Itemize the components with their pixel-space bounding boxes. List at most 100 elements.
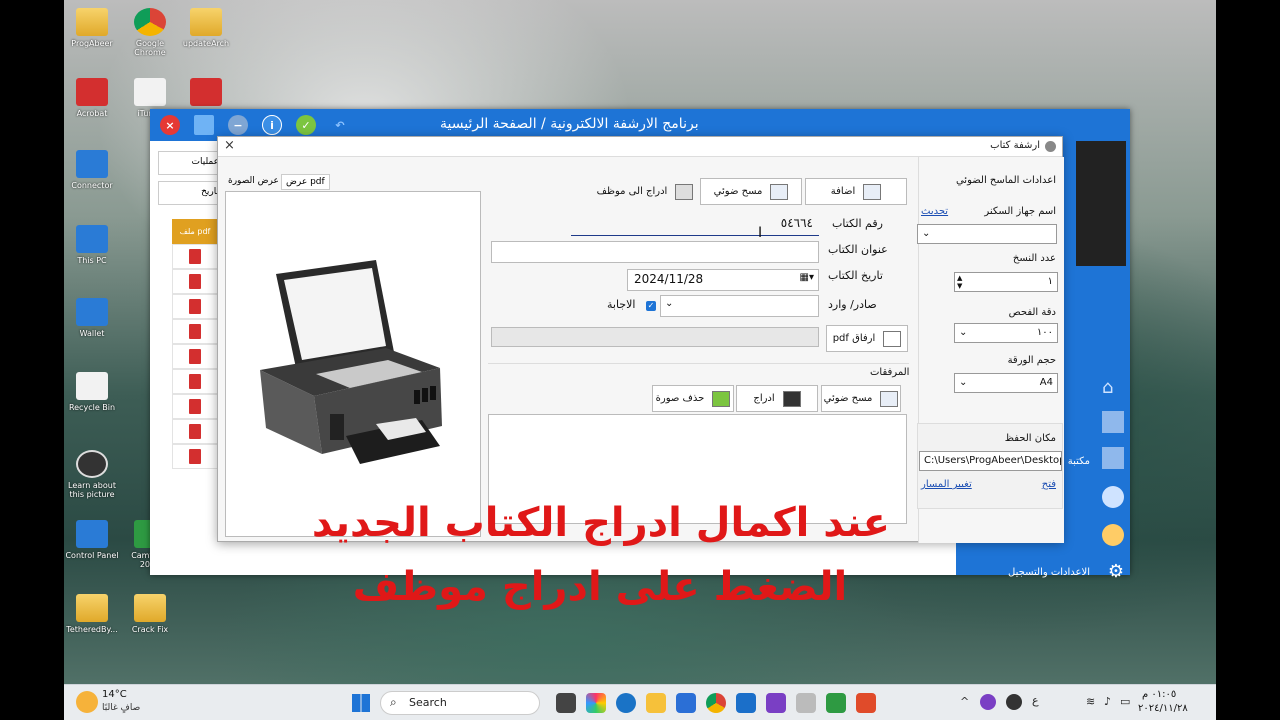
search-input[interactable]: ⌕ Search [380, 691, 540, 715]
dpi-select[interactable]: ١٠٠ ⌄ [954, 323, 1058, 343]
minimize-icon[interactable]: − [228, 115, 248, 135]
table-row[interactable] [172, 269, 218, 294]
clock-time[interactable]: ٠١:٠٥ م [1142, 689, 1176, 700]
add-button[interactable]: اضافة [805, 178, 907, 205]
weather-icon[interactable] [76, 691, 98, 713]
delete-image-button[interactable]: حذف صورة [652, 385, 734, 412]
book-number-label: رقم الكتاب [832, 217, 883, 230]
tray-chevron-icon[interactable]: ^ [960, 695, 969, 708]
sidebar-item-library[interactable]: مكتبة [1068, 456, 1090, 467]
tab-operations[interactable]: عمليات [158, 151, 222, 175]
calendar-icon[interactable]: ▦▾ [800, 272, 814, 283]
home-icon[interactable]: ⌂ [1102, 377, 1124, 399]
camtasia-icon[interactable] [826, 693, 846, 713]
device-name-label: اسم جهاز السكنر [984, 206, 1056, 217]
desktop-icon-crack-fix[interactable]: Crack Fix [120, 594, 180, 634]
volume-icon[interactable]: ♪ [1104, 695, 1111, 708]
tab-pdf-view[interactable]: عرض pdf [281, 174, 330, 190]
table-row[interactable] [172, 444, 218, 469]
windows-start-icon[interactable] [352, 694, 370, 712]
attach-pdf-button[interactable]: ارفاق pdf [826, 325, 908, 352]
users-icon[interactable] [1102, 486, 1124, 508]
desktop-icon-progabeer[interactable]: ProgAbeer [62, 8, 122, 48]
table-row[interactable] [172, 294, 218, 319]
transfer-icon [675, 183, 694, 200]
language-indicator[interactable]: ع [1032, 694, 1039, 707]
attachment-scan-button[interactable]: مسح ضوئي [821, 385, 901, 412]
tray-app-icon[interactable] [1006, 694, 1022, 710]
scan-button[interactable]: مسح ضوئي [700, 178, 802, 205]
chrome-icon[interactable] [706, 693, 726, 713]
archive-app-icon[interactable] [796, 693, 816, 713]
undo-icon[interactable]: ↶ [330, 115, 350, 135]
maximize-icon[interactable] [194, 115, 214, 135]
close-icon[interactable]: × [160, 115, 180, 135]
book-date-input[interactable]: 2024/11/28 ▦▾ [627, 269, 819, 291]
scanner-settings-panel: اعدادات الماسح الضوئي اسم جهاز السكنر تح… [917, 157, 1064, 543]
table-row[interactable] [172, 344, 218, 369]
open-link[interactable]: فتح [1042, 479, 1056, 490]
desktop-icon-anydesk[interactable] [176, 78, 236, 109]
printer-image [260, 260, 442, 464]
tray-app-icon[interactable] [980, 694, 996, 710]
avatar [1076, 141, 1126, 266]
acrobat-icon [76, 78, 108, 106]
dpi-label: دقة الفحص [1008, 307, 1056, 318]
attachment-insert-button[interactable]: ادراج [736, 385, 818, 412]
store-icon[interactable] [676, 693, 696, 713]
tab-date[interactable]: تاريخ [158, 181, 222, 205]
save-location-label: مكان الحفظ [1004, 433, 1056, 444]
image-icon [782, 390, 801, 407]
task-view-icon[interactable] [556, 693, 576, 713]
computer-icon [76, 225, 108, 253]
copies-stepper[interactable]: ١ ▲ ▼ [954, 272, 1058, 292]
table-row[interactable] [172, 369, 218, 394]
device-select[interactable]: ⌄ [917, 224, 1057, 244]
copilot-icon[interactable] [586, 693, 606, 713]
desktop-icon-learn-picture[interactable]: Learn about this picture [62, 450, 122, 499]
battery-icon[interactable]: ▭ [1120, 695, 1130, 708]
table-row[interactable] [172, 394, 218, 419]
table-row[interactable] [172, 244, 218, 269]
desktop-icon-tethered[interactable]: TetheredBy... [62, 594, 122, 634]
close-icon[interactable]: × [224, 138, 235, 153]
library-icon[interactable] [1102, 411, 1124, 433]
book-title-input[interactable] [491, 241, 819, 263]
desktop-icon-updatearch[interactable]: updateArch [176, 8, 236, 48]
app-icon[interactable] [736, 693, 756, 713]
documents-icon[interactable] [1102, 447, 1124, 469]
direction-select[interactable]: ⌄ [660, 295, 819, 317]
paper-size-select[interactable]: A4 ⌄ [954, 373, 1058, 393]
book-date-label: تاريخ الكتاب [828, 269, 883, 282]
book-number-input[interactable]: ٥٤٦٦٤ [571, 214, 819, 236]
edge-icon[interactable] [616, 693, 636, 713]
desktop-icon-acrobat[interactable]: Acrobat [62, 78, 122, 118]
desktop-icon-recycle-bin[interactable]: Recycle Bin [62, 372, 122, 412]
info-icon[interactable]: i [262, 115, 282, 135]
sidebar-item-settings[interactable]: الاعدادات والتسجيل [1008, 567, 1090, 578]
refresh-link[interactable]: تحديث [921, 206, 948, 217]
desktop-icon-connector[interactable]: Connector [62, 150, 122, 190]
desktop-icon-wallet[interactable]: Wallet [62, 298, 122, 338]
change-path-link[interactable]: تغيير المسار [921, 479, 972, 490]
check-icon[interactable]: ✓ [296, 115, 316, 135]
desktop-icon-chrome[interactable]: Google Chrome [120, 8, 180, 57]
tab-image-view[interactable]: عرض الصورة [224, 174, 283, 188]
printer-icon [880, 390, 899, 407]
table-row[interactable] [172, 319, 218, 344]
group-icon[interactable] [1102, 524, 1124, 546]
recorder-icon[interactable] [856, 693, 876, 713]
pdf-icon [189, 324, 201, 339]
desktop-icon-this-pc[interactable]: This PC [62, 225, 122, 265]
spin-arrows-icon[interactable]: ▲ ▼ [957, 274, 962, 290]
wifi-icon[interactable]: ≋ [1086, 695, 1095, 708]
insert-to-employee-button[interactable]: ادراج الى موظف [593, 178, 697, 205]
answer-checkbox[interactable]: ✓ [646, 301, 656, 311]
visual-studio-icon[interactable] [766, 693, 786, 713]
table-row[interactable] [172, 419, 218, 444]
clock-date[interactable]: ٢٠٢٤/١١/٢٨ [1138, 703, 1188, 714]
file-explorer-icon[interactable] [646, 693, 666, 713]
save-location-input[interactable]: C:\Users\ProgAbeer\Desktop [919, 451, 1062, 471]
gear-icon[interactable]: ⚙ [1108, 561, 1124, 582]
desktop-icon-control-panel[interactable]: Control Panel [62, 520, 122, 560]
